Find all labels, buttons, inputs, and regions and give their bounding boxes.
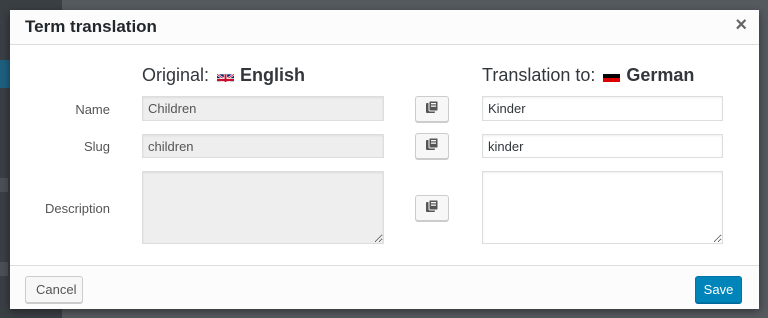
background-menu-item (0, 262, 8, 276)
save-button[interactable]: Save (695, 276, 742, 303)
copy-name-button[interactable] (415, 96, 449, 122)
translated-name-field[interactable] (482, 96, 723, 121)
name-label: Name (75, 102, 110, 117)
copy-description-button[interactable] (415, 195, 449, 221)
translation-language: German (626, 65, 695, 85)
uk-flag-icon (217, 70, 235, 82)
copy-icon (425, 199, 439, 218)
copy-icon (425, 137, 439, 156)
translation-label: Translation to: (482, 65, 596, 85)
translated-slug-field[interactable] (482, 134, 723, 158)
original-slug-field[interactable] (142, 134, 384, 158)
original-label: Original: (142, 65, 210, 85)
original-column-header: Original: English (142, 65, 305, 86)
original-name-field[interactable] (142, 96, 384, 121)
description-label: Description (44, 201, 110, 216)
background-menu-item (0, 178, 8, 192)
original-language: English (240, 65, 306, 85)
term-translation-dialog: Term translation × Original: English Tra… (10, 10, 759, 309)
copy-slug-button[interactable] (415, 133, 449, 159)
copy-icon (425, 100, 439, 119)
translated-description-field[interactable] (482, 171, 723, 244)
original-description-field[interactable] (142, 171, 384, 244)
translation-column-header: Translation to: German (482, 65, 694, 86)
germany-flag-icon (603, 70, 621, 82)
slug-label: Slug (83, 139, 110, 154)
close-icon[interactable]: × (735, 15, 747, 35)
cancel-button[interactable]: Cancel (25, 276, 83, 303)
dialog-title: Term translation (25, 17, 157, 36)
dialog-header: Term translation × (10, 10, 759, 45)
background-active-menu-item (0, 60, 10, 88)
dialog-footer: Cancel Save (10, 265, 759, 309)
